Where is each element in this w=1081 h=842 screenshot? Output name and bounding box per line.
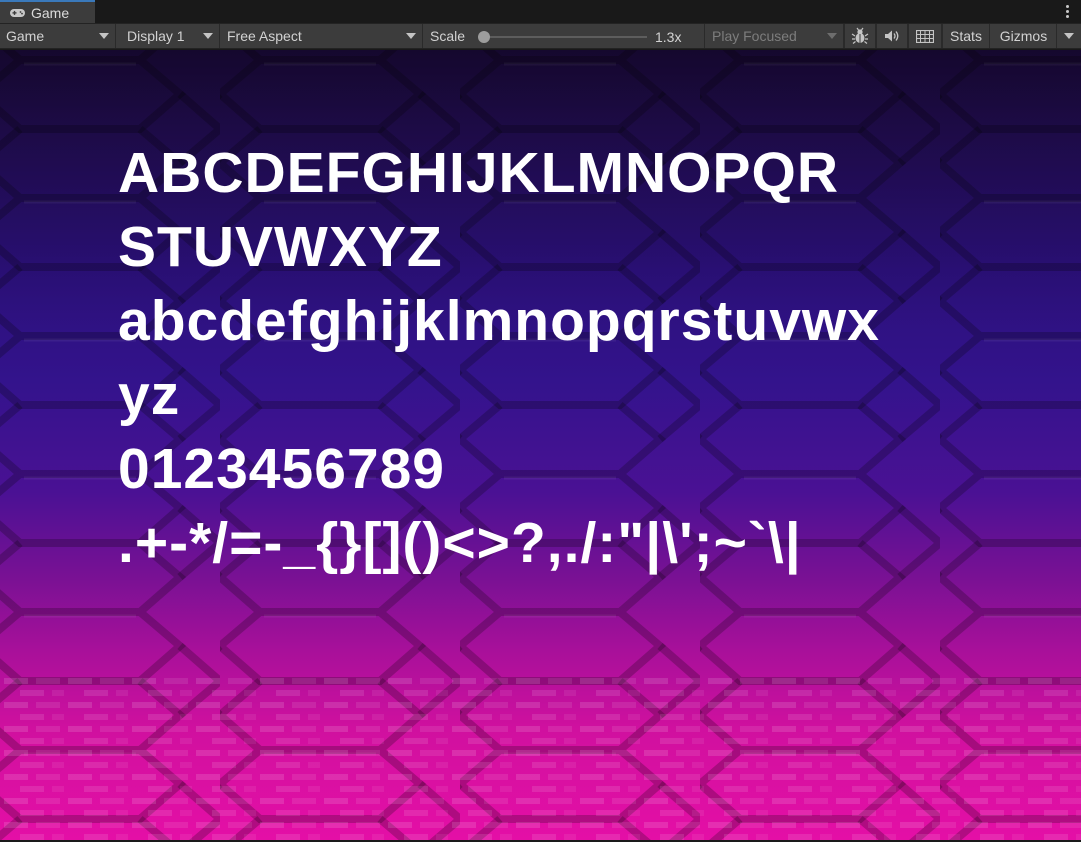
play-mode-label: Play Focused bbox=[712, 28, 797, 44]
gamepad-icon bbox=[9, 8, 26, 18]
digits-line: 0123456789 bbox=[118, 437, 446, 501]
uppercase-line-2: STUVWXYZ bbox=[118, 215, 443, 279]
chevron-down-icon bbox=[99, 33, 109, 39]
scale-label: Scale bbox=[430, 28, 466, 44]
aspect-label: Free Aspect bbox=[227, 28, 302, 44]
scale-value: 1.3x bbox=[655, 29, 682, 45]
bug-icon bbox=[851, 27, 869, 45]
grid-button[interactable] bbox=[908, 24, 942, 48]
display-dropdown[interactable]: Display 1 bbox=[118, 24, 220, 48]
view-mode-dropdown[interactable]: Game bbox=[0, 24, 116, 48]
display-label: Display 1 bbox=[127, 28, 185, 44]
gizmo-bug-button[interactable] bbox=[844, 24, 876, 48]
lowercase-line-1: abcdefghijklmnopqrstuvwx bbox=[118, 289, 880, 353]
lowercase-line-2: yz bbox=[118, 363, 181, 427]
view-mode-label: Game bbox=[6, 28, 45, 44]
kebab-menu-icon[interactable] bbox=[1061, 3, 1073, 19]
stats-label: Stats bbox=[950, 28, 982, 44]
chevron-down-icon bbox=[406, 33, 416, 39]
game-view[interactable]: ABCDEFGHIJKLMNOPQR STUVWXYZ abcdefghijkl… bbox=[0, 50, 1081, 840]
game-toolbar: Game Display 1 Free Aspect Scale 1.3x Pl… bbox=[0, 24, 1081, 49]
grid-icon bbox=[916, 29, 934, 43]
symbols-line: .+-*/=-_{}[]()<>?,./:"|\';~`\| bbox=[118, 511, 802, 575]
gizmos-label: Gizmos bbox=[999, 28, 1048, 44]
uppercase-line-1: ABCDEFGHIJKLMNOPQR bbox=[118, 141, 840, 205]
mute-audio-button[interactable] bbox=[876, 24, 908, 48]
scale-slider-track[interactable] bbox=[484, 36, 647, 38]
font-sample-text: ABCDEFGHIJKLMNOPQR STUVWXYZ abcdefghijkl… bbox=[118, 136, 880, 580]
chevron-down-icon bbox=[827, 33, 837, 39]
chevron-down-icon bbox=[203, 33, 213, 39]
tab-strip: Game bbox=[0, 0, 1081, 24]
audio-icon bbox=[884, 29, 900, 43]
tab-game[interactable]: Game bbox=[0, 0, 95, 23]
aspect-dropdown[interactable]: Free Aspect bbox=[221, 24, 423, 48]
gizmos-button[interactable]: Gizmos bbox=[991, 24, 1057, 48]
gizmos-dropdown-button[interactable] bbox=[1057, 24, 1081, 48]
stats-button[interactable]: Stats bbox=[942, 24, 990, 48]
chevron-down-icon bbox=[1064, 33, 1074, 39]
scale-slider-handle[interactable] bbox=[478, 31, 490, 43]
play-mode-dropdown[interactable]: Play Focused bbox=[704, 24, 844, 48]
tab-title: Game bbox=[31, 4, 70, 21]
